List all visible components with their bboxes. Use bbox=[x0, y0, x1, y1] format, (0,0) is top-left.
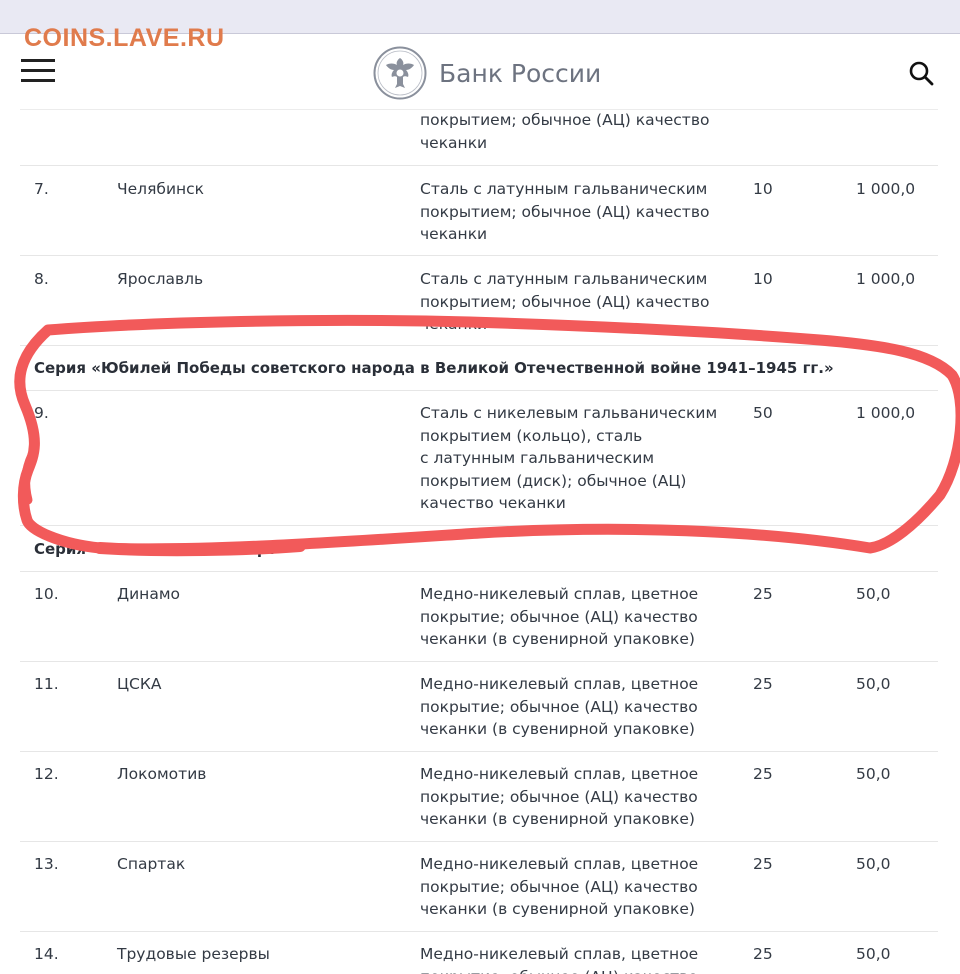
quantity-cell: 25 bbox=[753, 585, 773, 603]
series-header: Серия ский спорт» bbox=[20, 526, 938, 572]
quantity-cell: 50 bbox=[753, 404, 773, 422]
row-number: 11. bbox=[34, 675, 59, 693]
table-row: 13. Спартак Медно-никелевый сплав, цветн… bbox=[20, 842, 938, 932]
value-cell: 50,0 bbox=[856, 765, 891, 783]
logo-text: Банк России bbox=[439, 58, 602, 88]
search-icon[interactable] bbox=[908, 60, 934, 86]
table-row: 7. Челябинск Сталь с латунным гальваниче… bbox=[20, 166, 938, 256]
quantity-cell: 25 bbox=[753, 945, 773, 963]
double-headed-eagle-icon bbox=[373, 46, 427, 100]
row-name: Ярославль bbox=[117, 270, 204, 288]
material-cell: Медно-никелевый сплав, цветноепокрытие; … bbox=[420, 765, 699, 828]
hamburger-icon[interactable] bbox=[21, 59, 55, 83]
value-cell: 1 000,0 bbox=[856, 270, 916, 288]
row-number: 10. bbox=[34, 585, 59, 603]
quantity-cell: 25 bbox=[753, 855, 773, 873]
row-number: 9. bbox=[34, 404, 49, 422]
row-number: 8. bbox=[34, 270, 49, 288]
row-name: Челябинск bbox=[117, 180, 205, 198]
material-cell: Сталь с латунным гальваническим покрытием… bbox=[420, 180, 710, 243]
series-title: Серия «Юбилей Победы советского народа в… bbox=[34, 359, 834, 377]
row-name: Локомотив bbox=[117, 765, 207, 783]
material-cell: Медно-никелевый сплав, цветноепокрытие; … bbox=[420, 945, 699, 974]
quantity-cell: 10 bbox=[753, 270, 773, 288]
series-title-tail: ский спорт» bbox=[182, 540, 286, 558]
material-cell: Медно-никелевый сплав, цветноепокрытие; … bbox=[420, 675, 699, 738]
value-cell: 1 000,0 bbox=[856, 180, 916, 198]
bank-logo[interactable]: Банк России bbox=[373, 45, 601, 101]
row-number: 14. bbox=[34, 945, 59, 963]
row-number: 12. bbox=[34, 765, 59, 783]
row-name: Динамо bbox=[117, 585, 180, 603]
material-cell: Медно-никелевый сплав, цветноепокрытие; … bbox=[420, 585, 699, 648]
material-cell: покрытием; обычное (АЦ) качество чеканки bbox=[420, 111, 710, 152]
series-header: Серия «Юбилей Победы советского народа в… bbox=[20, 346, 938, 391]
material-cell: Медно-никелевый сплав, цветноепокрытие; … bbox=[420, 855, 699, 918]
value-cell: 50,0 bbox=[856, 585, 891, 603]
table-row: 11. ЦСКА Медно-никелевый сплав, цветное п… bbox=[20, 662, 938, 752]
table-row: 12. Локомотив Медно-никелевый сплав, цве… bbox=[20, 752, 938, 842]
row-name: Трудовые резервы bbox=[117, 945, 270, 963]
material-cell: Сталь с никелевым гальваническим покрытие… bbox=[420, 404, 718, 512]
material-cell: Сталь с латунным гальваническим покрытием… bbox=[420, 270, 710, 333]
row-name: Спартак bbox=[117, 855, 186, 873]
table-row: 14. Трудовые резервы Медно-никелевый спл… bbox=[20, 932, 938, 974]
quantity-cell: 10 bbox=[753, 180, 773, 198]
value-cell: 1 000,0 bbox=[856, 404, 916, 422]
table-row: 8. Ярославль Сталь с латунным гальваниче… bbox=[20, 256, 938, 346]
row-name: ЦСКА bbox=[117, 675, 162, 693]
watermark: COINS.LAVE.RU bbox=[24, 24, 225, 52]
value-cell: 50,0 bbox=[856, 855, 891, 873]
quantity-cell: 25 bbox=[753, 765, 773, 783]
value-cell: 50,0 bbox=[856, 945, 891, 963]
series-title: Серия bbox=[34, 540, 87, 558]
table-row-partial: покрытием; обычное (АЦ) качество чеканки bbox=[20, 110, 938, 166]
table-row: 10. Динамо Медно-никелевый сплав, цветно… bbox=[20, 572, 938, 662]
row-number: 7. bbox=[34, 180, 49, 198]
row-number: 13. bbox=[34, 855, 59, 873]
table-row: 9. Сталь с никелевым гальваническим покры… bbox=[20, 391, 938, 526]
value-cell: 50,0 bbox=[856, 675, 891, 693]
quantity-cell: 25 bbox=[753, 675, 773, 693]
